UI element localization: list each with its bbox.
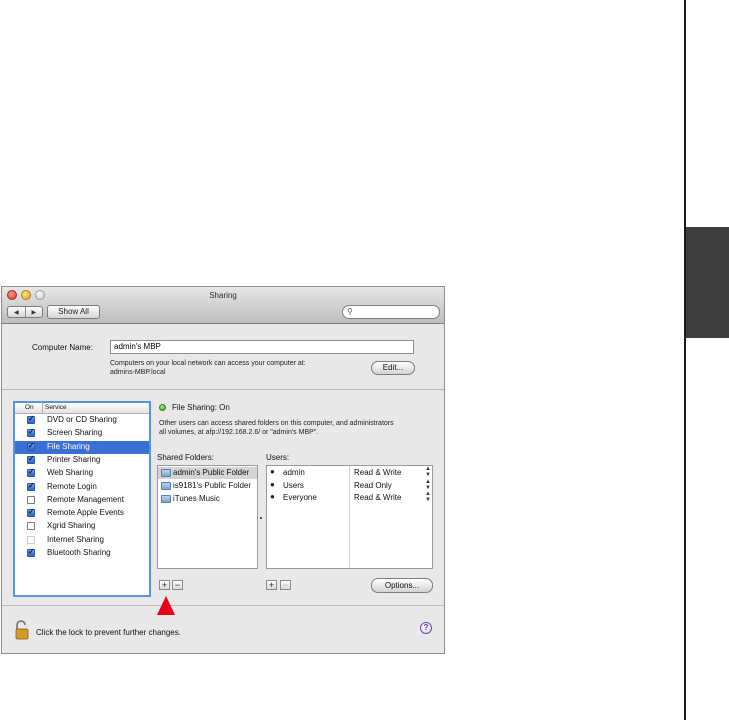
user-row[interactable]: ● Users Read Only ▲ ▼	[267, 479, 432, 492]
service-list-header: On Service	[15, 403, 149, 414]
user-row[interactable]: ● Everyone Read & Write ▲ ▼	[267, 491, 432, 504]
single-user-icon: ●	[270, 467, 275, 476]
folder-icon	[161, 482, 171, 490]
service-checkbox[interactable]	[27, 467, 35, 478]
group-icon: ●	[270, 479, 275, 489]
service-name: DVD or CD Sharing	[47, 415, 117, 424]
service-name: Printer Sharing	[47, 454, 101, 464]
user-name: Users	[283, 480, 304, 490]
service-row[interactable]: Internet Sharing	[15, 534, 149, 547]
divider	[2, 605, 444, 606]
column-header-service[interactable]: Service	[45, 404, 67, 411]
lock-message: Click the lock to prevent further change…	[36, 628, 181, 637]
service-name: Remote Login	[47, 481, 97, 491]
file-sharing-description: Other users can access shared folders on…	[159, 420, 394, 427]
computer-name-label: Computer Name:	[32, 343, 93, 352]
back-forward-control: ◀ ▶	[7, 306, 43, 318]
sharing-window: Sharing ◀ ▶ Show All ⚲ Computer Name: ad…	[1, 286, 445, 654]
column-divider	[42, 403, 43, 413]
popup-arrows-icon[interactable]: ▲ ▼	[425, 491, 431, 503]
service-row[interactable]: Printer Sharing	[15, 454, 149, 467]
permission-popup[interactable]: Read & Write	[354, 468, 401, 477]
shared-folder-row[interactable]: iTunes Music	[158, 493, 257, 505]
add-folder-button[interactable]: +	[159, 580, 170, 590]
options-button[interactable]: Options...	[371, 578, 433, 593]
permission-popup[interactable]: Read & Write	[354, 493, 401, 502]
service-checkbox[interactable]	[27, 414, 35, 424]
service-row[interactable]: Xgrid Sharing	[15, 520, 149, 533]
title-bar: Sharing ◀ ▶ Show All ⚲	[2, 287, 444, 324]
service-checkbox[interactable]	[27, 522, 35, 531]
service-name: Internet Sharing	[47, 534, 104, 544]
user-name: Everyone	[283, 493, 317, 502]
folder-name: admin's Public Folder	[173, 468, 250, 477]
show-all-button[interactable]: Show All	[47, 305, 100, 319]
back-arrow-icon[interactable]: ◀	[8, 307, 26, 317]
popup-arrows-icon[interactable]: ▲ ▼	[425, 479, 431, 491]
add-user-button[interactable]: +	[266, 580, 277, 590]
help-icon[interactable]: ?	[420, 622, 432, 634]
window-title: Sharing	[209, 291, 237, 300]
popup-arrows-icon[interactable]: ▲ ▼	[425, 466, 431, 478]
users-label: Users:	[266, 453, 290, 462]
remove-user-button[interactable]: −	[280, 580, 291, 590]
shared-folder-row[interactable]: admin's Public Folder	[158, 467, 257, 479]
service-row[interactable]: Web Sharing	[15, 467, 149, 480]
service-name: Remote Apple Events	[47, 508, 124, 518]
service-row[interactable]: Bluetooth Sharing	[15, 547, 149, 560]
remove-folder-button[interactable]: −	[172, 580, 183, 590]
service-row[interactable]: DVD or CD Sharing	[15, 414, 149, 427]
local-hostname: admins-MBP.local	[110, 369, 166, 376]
service-checkbox[interactable]	[27, 441, 35, 451]
service-row[interactable]: Remote Apple Events	[15, 507, 149, 520]
folder-name: iTunes Music	[173, 494, 220, 503]
users-list: ● admin Read & Write ▲ ▼ ● Users Read Only ▲ ▼ ● Ev…	[266, 465, 433, 569]
service-checkbox[interactable]	[27, 427, 35, 438]
service-list: On Service DVD or CD Sharing Screen Shari…	[13, 401, 151, 597]
edit-button[interactable]: Edit...	[371, 361, 415, 375]
service-row[interactable]: Screen Sharing	[15, 427, 149, 440]
user-row[interactable]: ● admin Read & Write ▲ ▼	[267, 466, 432, 479]
search-icon: ⚲	[347, 307, 353, 316]
shared-folders-list: admin's Public Folder is9181's Public Fol…	[157, 465, 258, 569]
service-name: Bluetooth Sharing	[47, 548, 111, 557]
folder-name: is9181's Public Folder	[173, 481, 252, 490]
shared-folders-label: Shared Folders:	[157, 453, 214, 462]
everyone-icon: ●	[270, 492, 275, 501]
search-field[interactable]: ⚲	[342, 305, 440, 319]
service-checkbox[interactable]	[27, 481, 35, 491]
status-indicator-icon	[159, 404, 166, 411]
lock-icon[interactable]	[15, 620, 29, 640]
file-sharing-status: File Sharing: On	[172, 403, 230, 412]
computer-name-description: Computers on your local network can acce…	[110, 360, 306, 367]
column-header-on[interactable]: On	[25, 404, 34, 411]
service-name: Web Sharing	[47, 468, 94, 478]
service-checkbox[interactable]	[27, 535, 35, 544]
annotation-arrow-icon	[157, 596, 175, 615]
service-row[interactable]: File Sharing	[15, 440, 149, 454]
folder-icon	[161, 469, 171, 477]
service-name: Screen Sharing	[47, 428, 103, 438]
service-row[interactable]: Remote Login	[15, 481, 149, 494]
service-name: Xgrid Sharing	[47, 521, 96, 531]
forward-arrow-icon[interactable]: ▶	[26, 307, 43, 317]
divider	[2, 389, 444, 390]
user-name: admin	[283, 468, 305, 477]
permission-popup[interactable]: Read Only	[354, 481, 392, 490]
chapter-thumb-tab	[686, 227, 729, 338]
folder-icon	[161, 495, 171, 503]
file-sharing-address: all volumes, at afp://192.168.2.6/ or "a…	[159, 429, 319, 436]
service-checkbox[interactable]	[27, 495, 35, 504]
service-checkbox[interactable]	[27, 507, 35, 518]
service-name: Remote Management	[47, 494, 124, 504]
service-row[interactable]: Remote Management	[15, 494, 149, 507]
splitter-handle[interactable]	[260, 517, 262, 519]
service-checkbox[interactable]	[27, 547, 35, 557]
shared-folder-row[interactable]: is9181's Public Folder	[158, 480, 257, 492]
computer-name-field[interactable]: admin's MBP	[110, 340, 414, 354]
page-edge-rule	[684, 0, 686, 720]
service-checkbox[interactable]	[27, 454, 35, 464]
service-name: File Sharing	[47, 441, 90, 451]
